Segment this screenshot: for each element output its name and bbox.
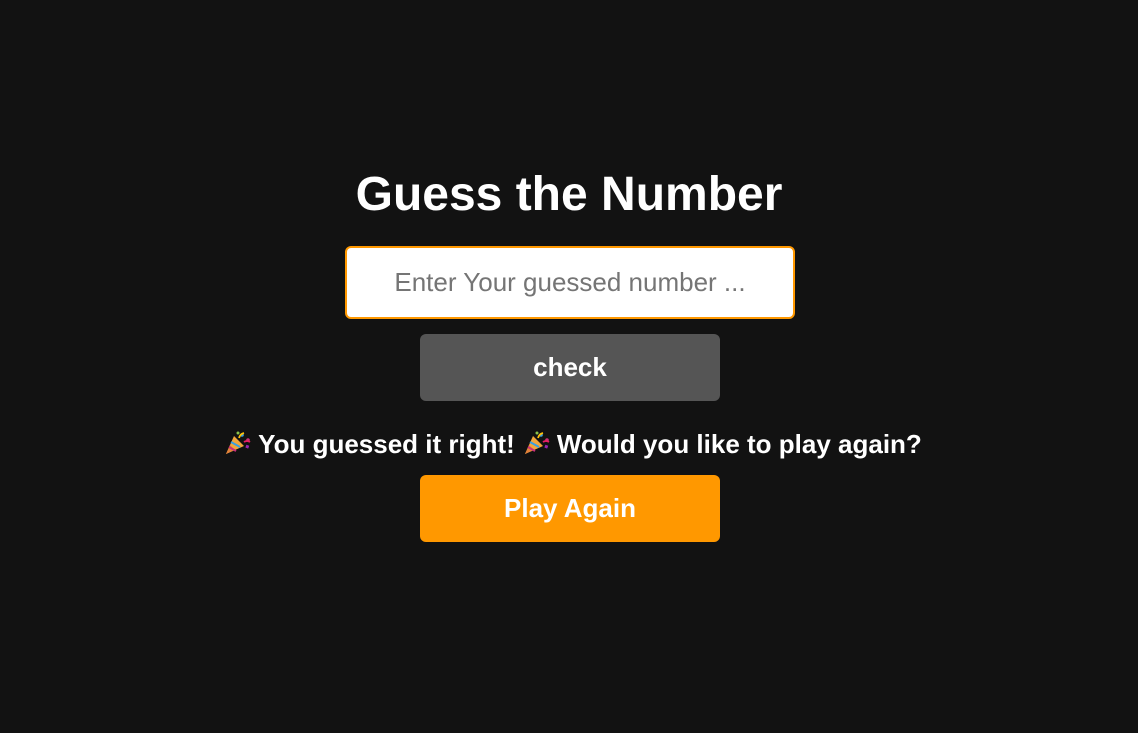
check-button[interactable]: check	[420, 334, 720, 401]
guess-input[interactable]	[345, 246, 795, 319]
game-container: Guess the Number check You guessed it ri…	[0, 0, 1138, 733]
message-text-primary: You guessed it right!	[258, 429, 515, 459]
result-message: You guessed it right! Would you like to …	[0, 427, 1138, 461]
party-popper-icon	[521, 430, 551, 456]
page-title: Guess the Number	[355, 168, 783, 221]
party-popper-icon	[222, 430, 252, 456]
play-again-button[interactable]: Play Again	[420, 475, 720, 542]
message-text-secondary: Would you like to play again?	[556, 429, 922, 459]
